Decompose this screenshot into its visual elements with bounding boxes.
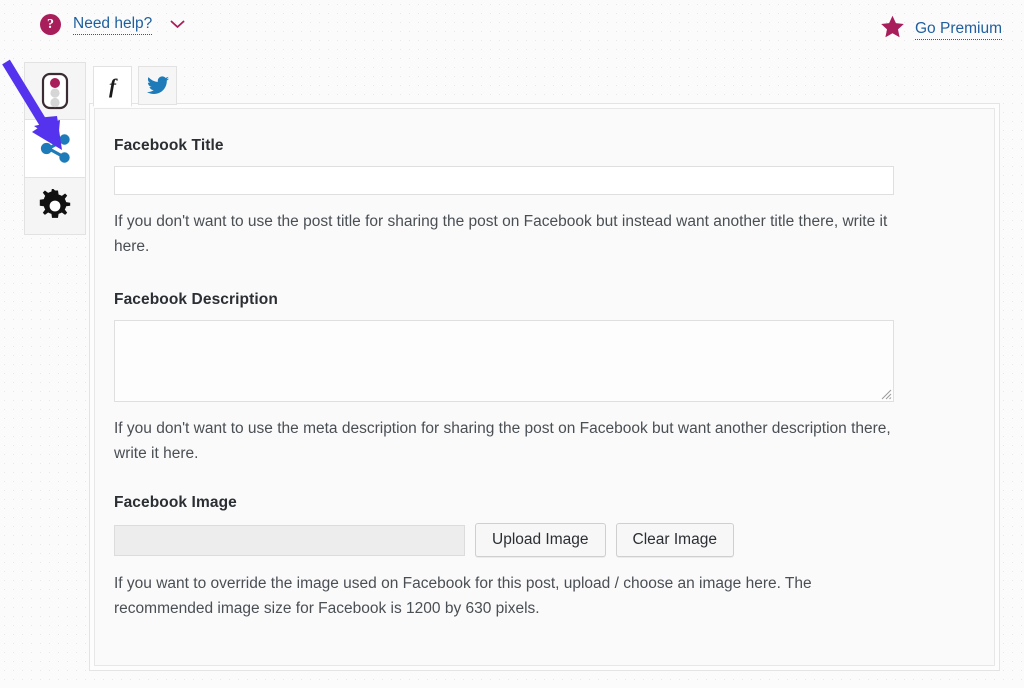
share-icon	[39, 133, 72, 164]
facebook-title-label: Facebook Title	[114, 137, 896, 155]
facebook-image-label: Facebook Image	[114, 494, 896, 512]
facebook-image-row: Upload Image Clear Image	[114, 523, 896, 557]
spacer-1	[114, 259, 896, 291]
sidebar-item-advanced[interactable]	[24, 177, 86, 235]
vertical-tab-strip	[24, 62, 86, 235]
sidebar-item-social[interactable]	[24, 119, 86, 177]
facebook-title-help: If you don't want to use the post title …	[114, 209, 896, 259]
tab-twitter[interactable]	[138, 66, 177, 105]
question-mark-circle-icon: ?	[40, 14, 61, 35]
traffic-light-icon	[41, 72, 69, 110]
gear-icon	[38, 189, 72, 223]
clear-image-button[interactable]: Clear Image	[616, 523, 734, 557]
facebook-settings-form: Facebook Title If you don't want to use …	[114, 137, 896, 621]
upload-image-button[interactable]: Upload Image	[475, 523, 606, 557]
go-premium-link[interactable]: Go Premium	[915, 20, 1002, 40]
facebook-description-label: Facebook Description	[114, 291, 896, 309]
network-tab-strip: f	[93, 66, 177, 107]
need-help-link[interactable]: Need help?	[73, 15, 152, 35]
facebook-description-wrapper	[114, 320, 894, 402]
chevron-down-icon[interactable]	[170, 18, 185, 31]
spacer-2	[114, 466, 896, 494]
facebook-title-input[interactable]	[114, 166, 894, 195]
chevron-down-glyph	[170, 20, 185, 29]
facebook-image-input[interactable]	[114, 525, 465, 556]
need-help-group[interactable]: ? Need help?	[40, 14, 185, 35]
facebook-description-textarea[interactable]	[114, 320, 894, 402]
star-icon	[880, 15, 905, 44]
tab-facebook[interactable]: f	[93, 66, 132, 107]
go-premium-group[interactable]: Go Premium	[880, 15, 1002, 44]
top-bar: ? Need help? Go Premium	[0, 0, 1024, 56]
facebook-icon: f	[109, 76, 116, 97]
sidebar-item-seo-analysis[interactable]	[24, 62, 86, 119]
facebook-image-help: If you want to override the image used o…	[114, 571, 896, 621]
twitter-icon	[147, 76, 169, 95]
facebook-description-help: If you don't want to use the meta descri…	[114, 416, 896, 466]
